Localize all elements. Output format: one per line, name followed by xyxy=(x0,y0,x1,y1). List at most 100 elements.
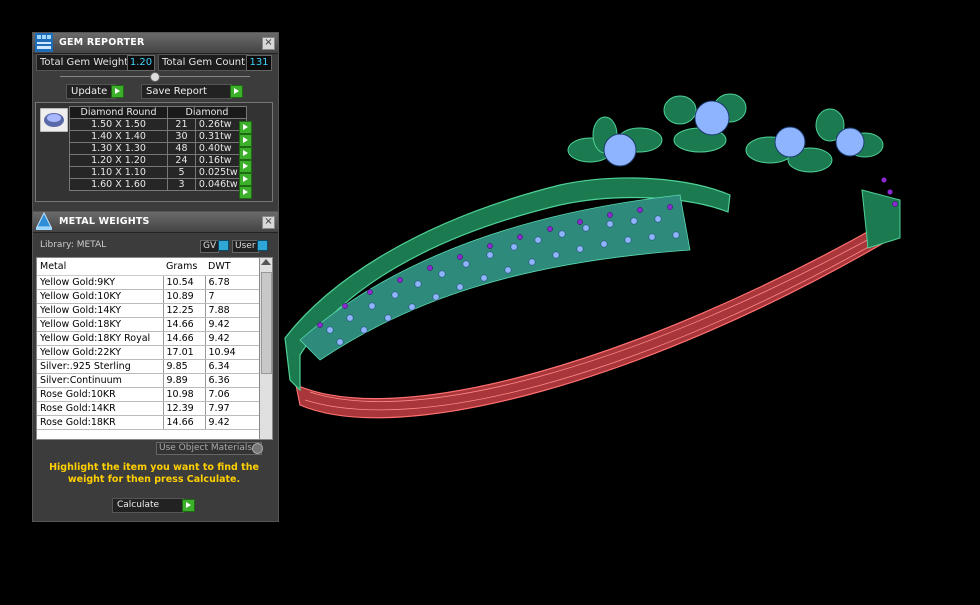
metal-name: Yellow Gold:9KY xyxy=(37,275,164,290)
gem-table-header-type: Diamond xyxy=(167,106,247,119)
bracelet-3d-model[interactable] xyxy=(280,85,920,425)
row-select-icon[interactable] xyxy=(239,121,252,134)
gem-row[interactable]: 1.60 X 1.60 3 0.046tw xyxy=(69,178,248,191)
table-row[interactable]: Silver:.925 Sterling 9.85 6.34 xyxy=(37,359,260,374)
gem-row[interactable]: 1.50 X 1.50 21 0.26tw xyxy=(69,118,248,131)
metal-dwt: 7 xyxy=(205,289,260,304)
gem-row[interactable]: 1.30 X 1.30 48 0.40tw xyxy=(69,142,248,155)
gem-table-header-shape: Diamond Round xyxy=(69,106,168,119)
gv-toggle[interactable]: GV xyxy=(200,240,220,253)
metal-dwt: 7.06 xyxy=(205,387,260,402)
diamond-round-icon xyxy=(40,108,68,132)
table-row[interactable]: Yellow Gold:22KY 17.01 10.94 xyxy=(37,345,260,360)
metal-name: Yellow Gold:10KY xyxy=(37,289,164,304)
calculate-button-label: Calculate xyxy=(117,500,160,510)
use-object-materials-label: Use Object Materials xyxy=(159,443,253,453)
metal-table-scrollbar[interactable] xyxy=(259,257,273,440)
close-icon[interactable]: × xyxy=(262,216,275,229)
row-select-icon[interactable] xyxy=(239,173,252,186)
row-select-icon[interactable] xyxy=(239,186,252,199)
calculate-button[interactable]: Calculate xyxy=(112,498,184,513)
metal-dwt: 10.94 xyxy=(205,345,260,360)
gem-size: 1.50 X 1.50 xyxy=(69,118,168,131)
splitter-handle-icon[interactable] xyxy=(150,72,160,82)
table-row[interactable]: Yellow Gold:14KY 12.25 7.88 xyxy=(37,303,260,318)
metal-dwt: 6.34 xyxy=(205,359,260,374)
metal-weights-titlebar[interactable]: METAL WEIGHTS × xyxy=(33,212,278,233)
metal-grams: 10.54 xyxy=(163,275,206,290)
table-row[interactable]: Rose Gold:18KR 14.66 9.42 xyxy=(37,415,260,430)
use-object-materials-toggle[interactable]: Use Object Materials xyxy=(156,442,262,455)
table-row[interactable]: Yellow Gold:10KY 10.89 7 xyxy=(37,289,260,304)
calculate-hint: Highlight the item you want to find the … xyxy=(49,462,259,485)
gv-checkbox[interactable] xyxy=(218,240,229,251)
metal-grams: 17.01 xyxy=(163,345,206,360)
metal-name: Rose Gold:18KR xyxy=(37,415,164,430)
gem-size: 1.20 X 1.20 xyxy=(69,154,168,167)
row-select-icon[interactable] xyxy=(239,160,252,173)
gem-size: 1.60 X 1.60 xyxy=(69,178,168,191)
gem-reporter-title: GEM REPORTER xyxy=(59,37,145,48)
use-object-materials-checkbox[interactable] xyxy=(252,443,263,454)
table-row[interactable]: Yellow Gold:18KY Royal 14.66 9.42 xyxy=(37,331,260,346)
metal-column-header[interactable]: Metal xyxy=(37,258,163,276)
gv-label: GV xyxy=(203,241,217,251)
metal-table-header: Metal Grams DWT xyxy=(37,258,260,276)
library-label: Library: METAL xyxy=(40,240,107,250)
metal-dwt: 9.42 xyxy=(205,317,260,332)
gem-row[interactable]: 1.40 X 1.40 30 0.31tw xyxy=(69,130,248,143)
table-row[interactable]: Rose Gold:10KR 10.98 7.06 xyxy=(37,387,260,402)
metal-name: Rose Gold:14KR xyxy=(37,401,164,416)
gem-reporter-titlebar[interactable]: GEM REPORTER × xyxy=(33,33,278,54)
metal-dwt: 6.36 xyxy=(205,373,260,388)
update-button-label: Update xyxy=(71,86,108,97)
metal-grams: 12.39 xyxy=(163,401,206,416)
total-gem-count-label: Total Gem Count xyxy=(158,54,250,71)
table-row[interactable]: Yellow Gold:18KY 14.66 9.42 xyxy=(37,317,260,332)
update-go-icon[interactable] xyxy=(111,85,124,98)
total-gem-weight-value: 1.20 xyxy=(127,55,155,71)
save-report-button[interactable]: Save Report xyxy=(141,84,232,99)
flower-cluster xyxy=(567,93,884,173)
total-gem-weight-label: Total Gem Weight xyxy=(36,54,133,71)
metal-dwt: 7.88 xyxy=(205,303,260,318)
metal-table-container: Metal Grams DWT Yellow Gold:9KY 10.54 6.78… xyxy=(36,257,261,440)
metal-name: Yellow Gold:22KY xyxy=(37,345,164,360)
gem-row[interactable]: 1.20 X 1.20 24 0.16tw xyxy=(69,154,248,167)
metal-grams: 14.66 xyxy=(163,331,206,346)
metal-grams: 12.25 xyxy=(163,303,206,318)
dwt-column-header[interactable]: DWT xyxy=(205,258,260,276)
gem-count: 24 xyxy=(167,154,196,167)
metal-name: Yellow Gold:18KY xyxy=(37,317,164,332)
gem-row[interactable]: 1.10 X 1.10 5 0.025tw xyxy=(69,166,248,179)
close-icon[interactable]: × xyxy=(262,37,275,50)
metal-name: Yellow Gold:14KY xyxy=(37,303,164,318)
gem-size: 1.40 X 1.40 xyxy=(69,130,168,143)
row-select-icon[interactable] xyxy=(239,134,252,147)
scroll-thumb[interactable] xyxy=(261,272,272,374)
user-checkbox[interactable] xyxy=(257,240,268,251)
metal-name: Silver:Continuum xyxy=(37,373,164,388)
user-label: User xyxy=(235,241,256,251)
user-toggle[interactable]: User xyxy=(232,240,259,253)
calculate-go-icon[interactable] xyxy=(182,499,195,512)
metal-grams: 9.85 xyxy=(163,359,206,374)
gem-count: 48 xyxy=(167,142,196,155)
table-row[interactable]: Yellow Gold:9KY 10.54 6.78 xyxy=(37,275,260,290)
metal-grams: 10.98 xyxy=(163,387,206,402)
save-report-go-icon[interactable] xyxy=(230,85,243,98)
metal-dwt: 6.78 xyxy=(205,275,260,290)
save-report-button-label: Save Report xyxy=(146,86,207,97)
metal-grams: 14.66 xyxy=(163,317,206,332)
grams-column-header[interactable]: Grams xyxy=(163,258,205,276)
gem-size: 1.10 X 1.10 xyxy=(69,166,168,179)
gem-count: 5 xyxy=(167,166,196,179)
gem-count: 30 xyxy=(167,130,196,143)
row-select-icon[interactable] xyxy=(239,147,252,160)
scroll-up-icon[interactable] xyxy=(261,259,271,265)
metal-dwt: 9.42 xyxy=(205,415,260,430)
table-row[interactable]: Silver:Continuum 9.89 6.36 xyxy=(37,373,260,388)
metal-grams: 10.89 xyxy=(163,289,206,304)
table-row[interactable]: Rose Gold:14KR 12.39 7.97 xyxy=(37,401,260,416)
update-button[interactable]: Update xyxy=(66,84,116,99)
